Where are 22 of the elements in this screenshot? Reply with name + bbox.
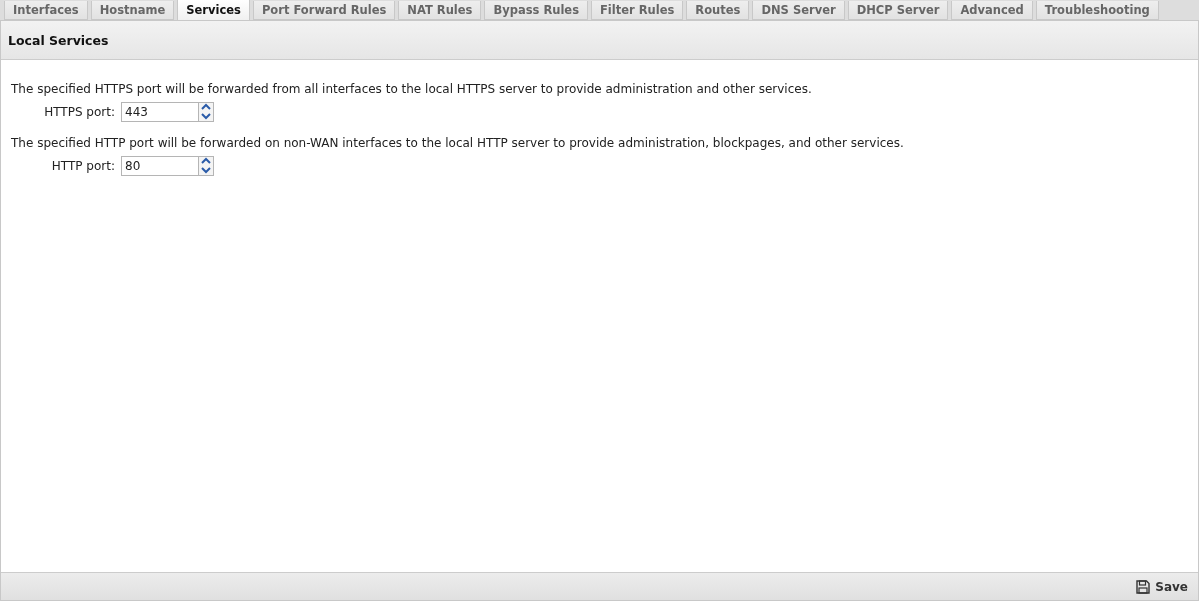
- tab[interactable]: DHCP Server: [847, 1, 949, 20]
- panel-title: Local Services: [8, 32, 109, 48]
- tab[interactable]: Routes: [686, 1, 750, 20]
- description-text: The specified HTTP port will be forwarded on non-WAN interfaces to the local HTTP server to provide administration, blockpages, and other services.: [11, 136, 905, 150]
- spin-arrows-icon[interactable]: [198, 156, 214, 176]
- spin-arrows-icon[interactable]: [198, 102, 214, 122]
- save-button[interactable]: Save: [1134, 577, 1190, 596]
- field-label: HTTPS port:: [43, 105, 115, 119]
- tab[interactable]: NAT Rules: [398, 1, 482, 20]
- tab[interactable]: Port Forward Rules: [252, 1, 396, 20]
- port-input[interactable]: 80: [121, 156, 198, 176]
- tab[interactable]: Bypass Rules: [484, 1, 588, 20]
- tab[interactable]: Troubleshooting: [1035, 1, 1159, 20]
- tab[interactable]: Advanced: [951, 1, 1033, 20]
- tab[interactable]: Filter Rules: [591, 1, 684, 20]
- port-input[interactable]: 443: [121, 102, 198, 122]
- tab[interactable]: Interfaces: [4, 1, 88, 20]
- tab[interactable]: Hostname: [90, 1, 175, 20]
- tab[interactable]: DNS Server: [752, 1, 845, 20]
- description-text: The specified HTTPS port will be forwarded from all interfaces to the local HTTPS server to provide administration and other services.: [11, 82, 813, 96]
- tab[interactable]: Services: [177, 0, 250, 20]
- field-label: HTTP port:: [50, 159, 115, 173]
